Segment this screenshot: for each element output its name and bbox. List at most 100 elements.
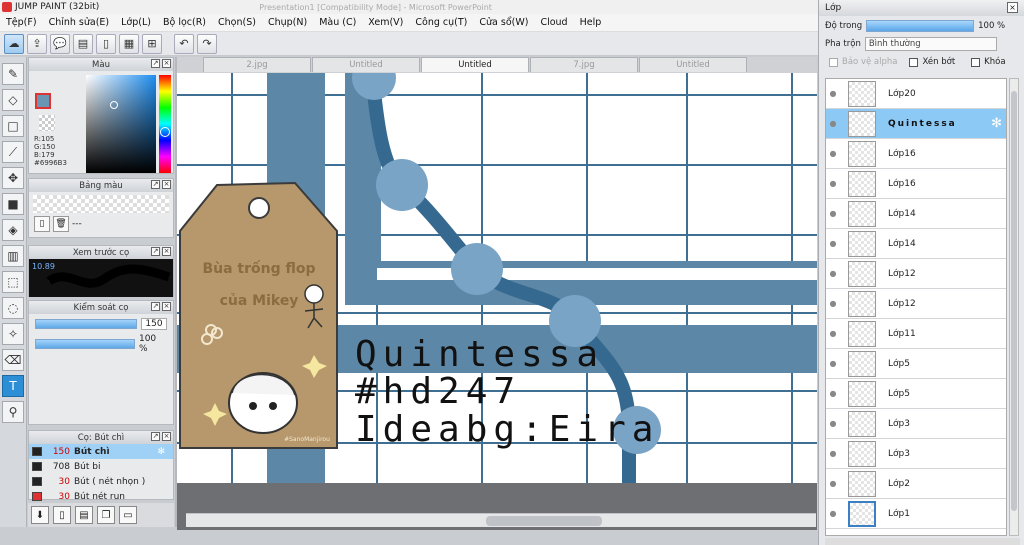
layer-row-selected[interactable]: ● Quintessa ✻ bbox=[826, 109, 1006, 139]
new-brush-icon[interactable]: ▯ bbox=[53, 506, 71, 524]
move-tool-icon[interactable]: ✥ bbox=[2, 167, 24, 189]
menu-file[interactable]: Tệp(F) bbox=[0, 17, 43, 28]
tab-doc[interactable]: 7.jpg bbox=[530, 57, 638, 72]
menu-edit[interactable]: Chỉnh sửa(E) bbox=[43, 17, 116, 28]
hue-cursor[interactable] bbox=[160, 127, 170, 137]
close-icon[interactable]: × bbox=[162, 59, 171, 68]
comment-icon[interactable]: 💬 bbox=[50, 33, 70, 54]
eye-icon[interactable]: ● bbox=[826, 479, 840, 488]
layer-opacity-slider[interactable] bbox=[866, 20, 975, 32]
menu-select[interactable]: Chọn(S) bbox=[212, 17, 262, 28]
close-icon[interactable]: × bbox=[162, 247, 171, 256]
close-icon[interactable]: × bbox=[162, 432, 171, 441]
eraser-tool-icon[interactable]: ◇ bbox=[2, 89, 24, 111]
layer-row[interactable]: ● Lớp14 bbox=[826, 229, 1006, 259]
document-icon[interactable]: ▦ bbox=[119, 33, 139, 54]
layer-row[interactable]: ● Lớp11 bbox=[826, 319, 1006, 349]
eye-icon[interactable]: ● bbox=[826, 329, 840, 338]
menu-help[interactable]: Help bbox=[574, 17, 608, 28]
background-color-swatch[interactable] bbox=[39, 115, 55, 131]
gear-icon[interactable]: ✻ bbox=[991, 116, 1002, 131]
undo-icon[interactable]: ↶ bbox=[174, 33, 194, 54]
select-rect-tool-icon[interactable]: ⬚ bbox=[2, 271, 24, 293]
brush-item[interactable]: 30 Bút ( nét nhọn ) bbox=[29, 474, 173, 489]
scroll-thumb[interactable] bbox=[486, 516, 602, 526]
brush-menu-icon[interactable]: ▤ bbox=[75, 506, 93, 524]
layer-row[interactable]: ● Lớp5 bbox=[826, 379, 1006, 409]
layer-row[interactable]: ● Lớp3 bbox=[826, 439, 1006, 469]
text-tool-icon[interactable]: T bbox=[2, 375, 24, 397]
menu-capture[interactable]: Chụp(N) bbox=[262, 17, 313, 28]
layer-row[interactable]: ● Lớp1 bbox=[826, 499, 1006, 529]
copy-brush-icon[interactable]: ❐ bbox=[97, 506, 115, 524]
bucket-tool-icon[interactable]: ◈ bbox=[2, 219, 24, 241]
layer-row[interactable]: ● Lớp2 bbox=[826, 469, 1006, 499]
folder-icon[interactable]: ▭ bbox=[119, 506, 137, 524]
eye-icon[interactable]: ● bbox=[826, 449, 840, 458]
popout-icon[interactable]: ↗ bbox=[151, 247, 160, 256]
brush-size-value[interactable]: 150 bbox=[141, 318, 167, 330]
swatch-strip[interactable] bbox=[33, 195, 169, 213]
foreground-color-swatch[interactable] bbox=[35, 93, 51, 109]
eye-icon[interactable]: ● bbox=[826, 149, 840, 158]
eye-icon[interactable]: ● bbox=[826, 179, 840, 188]
popout-icon[interactable]: ↗ bbox=[151, 302, 160, 311]
eye-icon[interactable]: ● bbox=[826, 389, 840, 398]
lock-checkbox[interactable] bbox=[971, 57, 981, 67]
close-icon[interactable]: × bbox=[1007, 2, 1018, 13]
layer-row[interactable]: ● Lớp20 bbox=[826, 79, 1006, 109]
brush-item[interactable]: 708 Bút bi bbox=[29, 459, 173, 474]
eye-icon[interactable]: ● bbox=[826, 419, 840, 428]
fill-rect-tool-icon[interactable]: ■ bbox=[2, 193, 24, 215]
eye-icon[interactable]: ● bbox=[826, 239, 840, 248]
eye-icon[interactable]: ● bbox=[826, 299, 840, 308]
eye-icon[interactable]: ● bbox=[826, 209, 840, 218]
horizontal-scrollbar[interactable] bbox=[186, 513, 816, 527]
brush-tool-icon[interactable]: ✎ bbox=[2, 63, 24, 85]
rectangle-tool-icon[interactable]: □ bbox=[2, 115, 24, 137]
canvas-artwork[interactable]: Bùa trống flop của Mikey #SanoManjirou Q… bbox=[177, 73, 817, 530]
brush-opacity-slider[interactable] bbox=[35, 339, 135, 349]
clipping-checkbox[interactable] bbox=[909, 57, 919, 67]
tab-doc-active[interactable]: Untitled bbox=[421, 57, 529, 72]
gradient-tool-icon[interactable]: ▥ bbox=[2, 245, 24, 267]
popout-icon[interactable]: ↗ bbox=[151, 180, 160, 189]
layer-row[interactable]: ● Lớp16 bbox=[826, 169, 1006, 199]
layer-list-scrollbar[interactable] bbox=[1009, 78, 1019, 536]
layer-row[interactable]: ● Lớp5 bbox=[826, 349, 1006, 379]
menu-window[interactable]: Cửa sổ(W) bbox=[473, 17, 534, 28]
line-tool-icon[interactable]: ⟋ bbox=[2, 141, 24, 163]
download-brush-icon[interactable]: ⬇ bbox=[31, 506, 49, 524]
layer-row[interactable]: ● Lớp3 bbox=[826, 409, 1006, 439]
close-icon[interactable]: × bbox=[162, 302, 171, 311]
alpha-protect-checkbox[interactable] bbox=[829, 57, 838, 67]
layer-scroll-thumb[interactable] bbox=[1011, 91, 1017, 511]
menu-tools[interactable]: Công cụ(T) bbox=[409, 17, 473, 28]
share-icon[interactable]: ⇪ bbox=[27, 33, 47, 54]
eye-icon[interactable]: ● bbox=[826, 89, 840, 98]
layer-row[interactable]: ● Lớp14 bbox=[826, 199, 1006, 229]
layer-row[interactable]: ● Lớp16 bbox=[826, 139, 1006, 169]
gear-icon[interactable]: ✻ bbox=[157, 447, 165, 457]
sv-cursor[interactable] bbox=[110, 101, 118, 109]
message-icon[interactable]: ▤ bbox=[73, 33, 93, 54]
tab-doc[interactable]: Untitled bbox=[312, 57, 420, 72]
select-eraser-icon[interactable]: ⌫ bbox=[2, 349, 24, 371]
trash-icon[interactable]: 🗑 bbox=[53, 216, 69, 232]
eye-icon[interactable]: ● bbox=[826, 509, 840, 518]
eye-icon[interactable]: ● bbox=[826, 359, 840, 368]
layer-row[interactable]: ● Lớp12 bbox=[826, 259, 1006, 289]
menu-layer[interactable]: Lớp(L) bbox=[115, 17, 157, 28]
menu-filter[interactable]: Bộ lọc(R) bbox=[157, 17, 212, 28]
eye-icon[interactable]: ● bbox=[826, 119, 840, 128]
magic-wand-icon[interactable]: ✧ bbox=[2, 323, 24, 345]
close-icon[interactable]: × bbox=[162, 180, 171, 189]
brush-item[interactable]: 30 Bút nét run bbox=[29, 489, 173, 504]
brush-size-slider[interactable] bbox=[35, 319, 137, 329]
popout-icon[interactable]: ↗ bbox=[151, 59, 160, 68]
blend-mode-select[interactable]: Bình thường bbox=[864, 37, 997, 51]
lasso-tool-icon[interactable]: ◌ bbox=[2, 297, 24, 319]
redo-icon[interactable]: ↷ bbox=[197, 33, 217, 54]
eye-icon[interactable]: ● bbox=[826, 269, 840, 278]
menu-color[interactable]: Màu (C) bbox=[313, 17, 362, 28]
